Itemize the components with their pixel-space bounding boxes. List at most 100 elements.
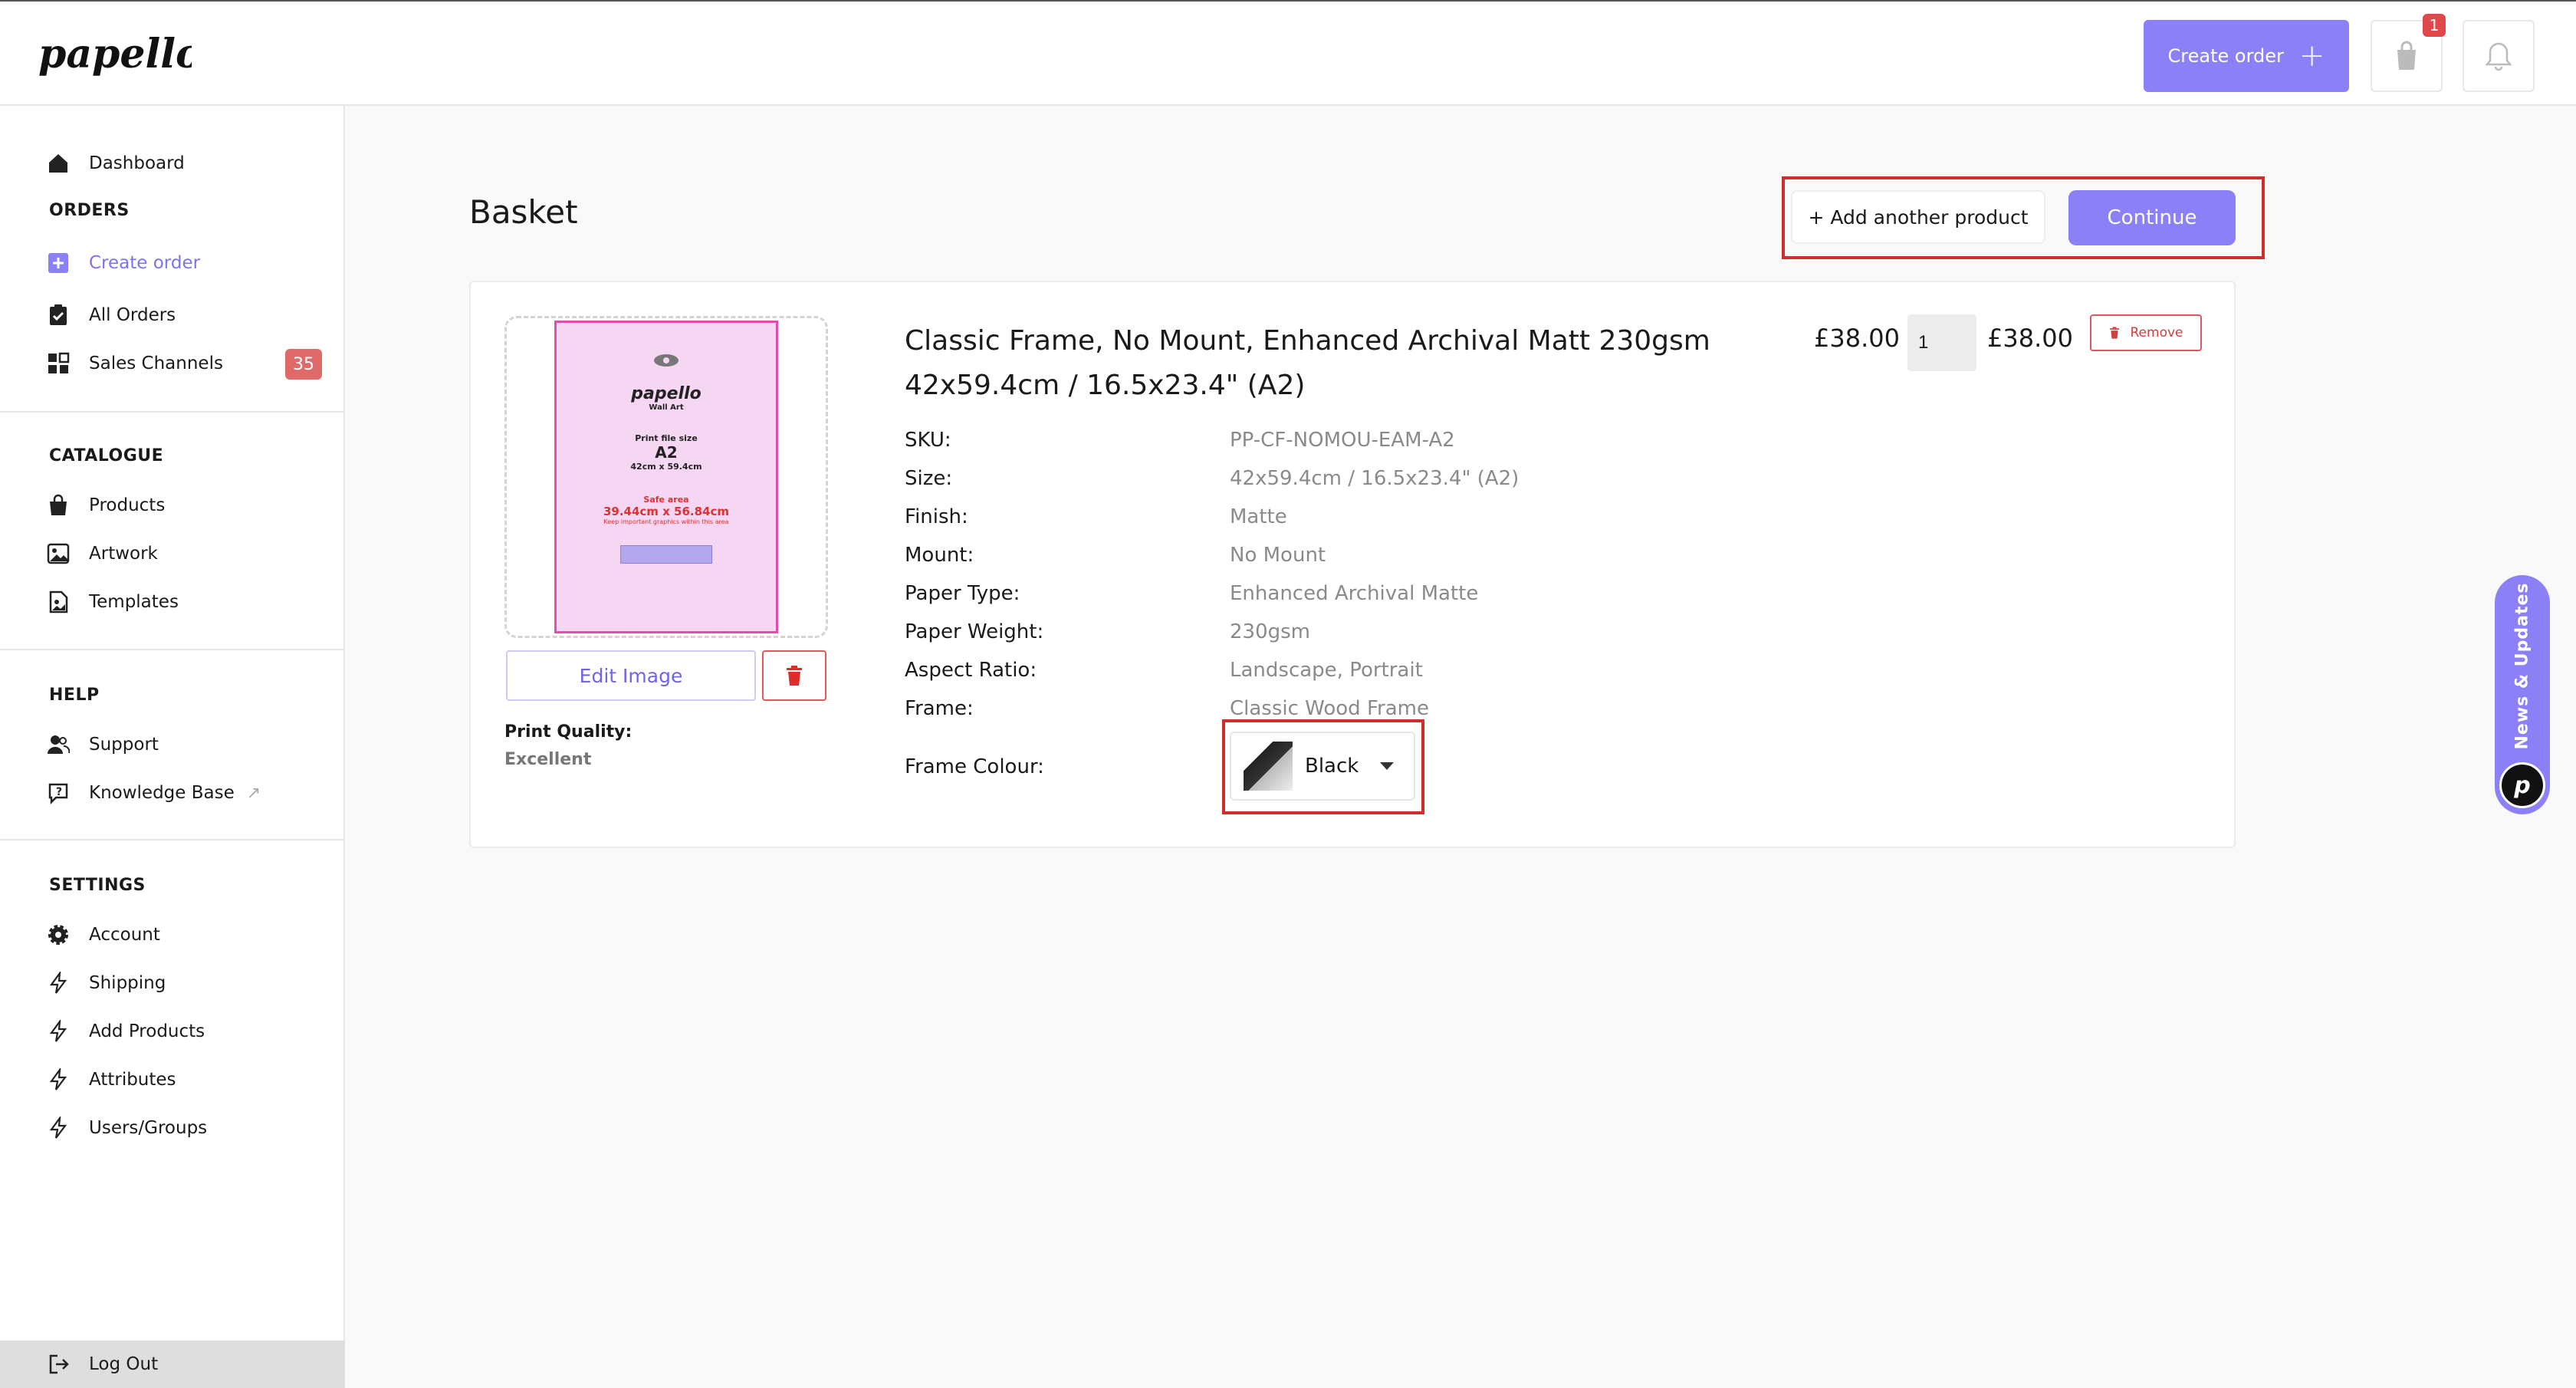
spec-key: SKU: bbox=[905, 429, 951, 452]
preview-subtitle: Wall Art bbox=[649, 403, 684, 412]
spec-key: Paper Type: bbox=[905, 582, 1020, 605]
sidebar-item-create-order[interactable]: Create order bbox=[46, 248, 200, 278]
create-order-button[interactable]: Create order + bbox=[2144, 20, 2349, 92]
spec-key: Aspect Ratio: bbox=[905, 659, 1037, 682]
spec-row-paper-weight: Paper Weight: 230gsm bbox=[905, 617, 1310, 647]
sidebar-item-support[interactable]: Support bbox=[46, 729, 159, 760]
artwork-preview[interactable]: papello Wall Art Print file size A2 42cm… bbox=[504, 316, 828, 638]
papello-badge-icon[interactable]: p bbox=[2499, 762, 2545, 808]
edit-image-button[interactable]: Edit Image bbox=[506, 650, 756, 701]
spec-row-finish: Finish: Matte bbox=[905, 502, 1287, 532]
lightning-icon bbox=[46, 1019, 71, 1044]
sidebar-item-account[interactable]: Account bbox=[46, 919, 160, 950]
lightning-icon bbox=[46, 1067, 71, 1092]
preview-print-file-size: Print file size bbox=[635, 433, 698, 443]
spec-key: Size: bbox=[905, 467, 953, 490]
help-bubble-icon: ? bbox=[46, 781, 71, 805]
sidebar-item-label: Sales Channels bbox=[89, 354, 223, 373]
add-another-product-button[interactable]: + Add another product bbox=[1791, 190, 2045, 244]
remove-label: Remove bbox=[2130, 325, 2183, 340]
preview-safe-area: Safe area bbox=[643, 495, 689, 505]
total-price: £38.00 bbox=[1987, 324, 2073, 353]
news-updates-label-wrap: News & Updates bbox=[2495, 575, 2550, 756]
product-title: Classic Frame, No Mount, Enhanced Archiv… bbox=[905, 325, 1710, 401]
sidebar-item-label: Attributes bbox=[89, 1070, 176, 1090]
sidebar-item-label: Shipping bbox=[89, 973, 166, 993]
section-label-settings: SETTINGS bbox=[49, 876, 146, 895]
sidebar-item-label: Support bbox=[89, 735, 159, 755]
sidebar-item-attributes[interactable]: Attributes bbox=[46, 1064, 176, 1095]
continue-button[interactable]: Continue bbox=[2068, 190, 2236, 245]
caret-down-icon bbox=[1380, 762, 1395, 770]
template-icon bbox=[46, 590, 71, 614]
sidebar-item-logout[interactable]: Log Out bbox=[46, 1349, 158, 1380]
top-bar: papello Create order + 1 bbox=[0, 0, 2576, 106]
sidebar-item-sales-channels[interactable]: Sales Channels bbox=[46, 348, 223, 379]
sidebar-item-label: Knowledge Base bbox=[89, 783, 235, 803]
frame-colour-select[interactable]: Black bbox=[1230, 732, 1415, 801]
logout-bar: Log Out bbox=[0, 1340, 345, 1388]
preview-info-box bbox=[620, 545, 712, 564]
spec-key: Frame: bbox=[905, 697, 974, 720]
sidebar-item-products[interactable]: Products bbox=[46, 490, 165, 521]
artwork-thumbnail: papello Wall Art Print file size A2 42cm… bbox=[554, 321, 778, 633]
spec-value: 42x59.4cm / 16.5x23.4" (A2) bbox=[1230, 467, 1520, 490]
page-title: Basket bbox=[469, 193, 578, 231]
sidebar-item-templates[interactable]: Templates bbox=[46, 587, 179, 617]
basket-item-card: papello Wall Art Print file size A2 42cm… bbox=[469, 281, 2236, 848]
svg-text:?: ? bbox=[56, 786, 62, 798]
external-link-icon: ↗ bbox=[246, 783, 261, 803]
spec-value: Classic Wood Frame bbox=[1230, 697, 1429, 720]
plus-square-icon bbox=[46, 251, 71, 275]
sidebar-item-label: Create order bbox=[89, 253, 201, 273]
remove-button[interactable]: Remove bbox=[2090, 314, 2202, 351]
preview-logo: papello bbox=[631, 384, 702, 403]
news-updates-label: News & Updates bbox=[2512, 582, 2532, 749]
preview-safe-dims: 39.44cm x 56.84cm bbox=[603, 505, 730, 518]
notifications-button[interactable] bbox=[2463, 20, 2535, 92]
logout-icon bbox=[46, 1352, 71, 1376]
papello-logo[interactable]: papello bbox=[38, 21, 192, 90]
frame-colour-value: Black bbox=[1305, 755, 1359, 778]
spec-row-frame-colour: Frame Colour: bbox=[905, 752, 1230, 782]
spec-value: 230gsm bbox=[1230, 620, 1311, 643]
image-icon bbox=[46, 541, 71, 566]
delete-image-button[interactable] bbox=[762, 650, 826, 701]
spec-row-size: Size: 42x59.4cm / 16.5x23.4" (A2) bbox=[905, 463, 1519, 494]
basket-count-badge: 1 bbox=[2423, 14, 2446, 37]
svg-text:papello: papello bbox=[38, 31, 192, 77]
sidebar-item-label: All Orders bbox=[89, 305, 176, 325]
unit-price: £38.00 bbox=[1814, 324, 1900, 353]
quantity-input[interactable] bbox=[1907, 314, 1976, 371]
sidebar-divider bbox=[0, 649, 343, 650]
sidebar-item-artwork[interactable]: Artwork bbox=[46, 538, 158, 569]
sidebar-divider bbox=[0, 839, 343, 840]
sidebar-item-knowledge-base[interactable]: ? Knowledge Base ↗ bbox=[46, 778, 261, 808]
spec-row-aspect-ratio: Aspect Ratio: Landscape, Portrait bbox=[905, 655, 1423, 686]
sidebar-item-shipping[interactable]: Shipping bbox=[46, 968, 166, 998]
spec-key: Paper Weight: bbox=[905, 620, 1044, 643]
sidebar-item-dashboard[interactable]: Dashboard bbox=[46, 148, 185, 179]
home-icon bbox=[46, 151, 71, 176]
sidebar-item-label: Log Out bbox=[89, 1354, 159, 1374]
spec-key: Frame Colour: bbox=[905, 755, 1044, 778]
sidebar-item-add-products[interactable]: Add Products bbox=[46, 1016, 205, 1047]
section-label-orders: ORDERS bbox=[49, 201, 130, 220]
sidebar-item-all-orders[interactable]: All Orders bbox=[46, 300, 176, 331]
print-quality-label: Print Quality: bbox=[504, 722, 632, 742]
section-label-help: HELP bbox=[49, 686, 100, 705]
lightning-icon bbox=[46, 971, 71, 995]
spec-value: Enhanced Archival Matte bbox=[1230, 582, 1479, 605]
gear-icon bbox=[46, 923, 71, 947]
trash-icon bbox=[787, 666, 802, 686]
spec-key: Finish: bbox=[905, 505, 968, 528]
grid-icon bbox=[46, 351, 71, 376]
sales-channels-count-badge: 35 bbox=[285, 349, 322, 380]
spec-row-mount: Mount: No Mount bbox=[905, 540, 1326, 571]
spec-value: Landscape, Portrait bbox=[1230, 659, 1423, 682]
sidebar-item-label: Products bbox=[89, 495, 166, 515]
bag-icon bbox=[46, 493, 71, 518]
sidebar-item-label: Dashboard bbox=[89, 153, 185, 173]
sidebar-item-users-groups[interactable]: Users/Groups bbox=[46, 1113, 207, 1143]
eye-icon bbox=[654, 354, 678, 367]
